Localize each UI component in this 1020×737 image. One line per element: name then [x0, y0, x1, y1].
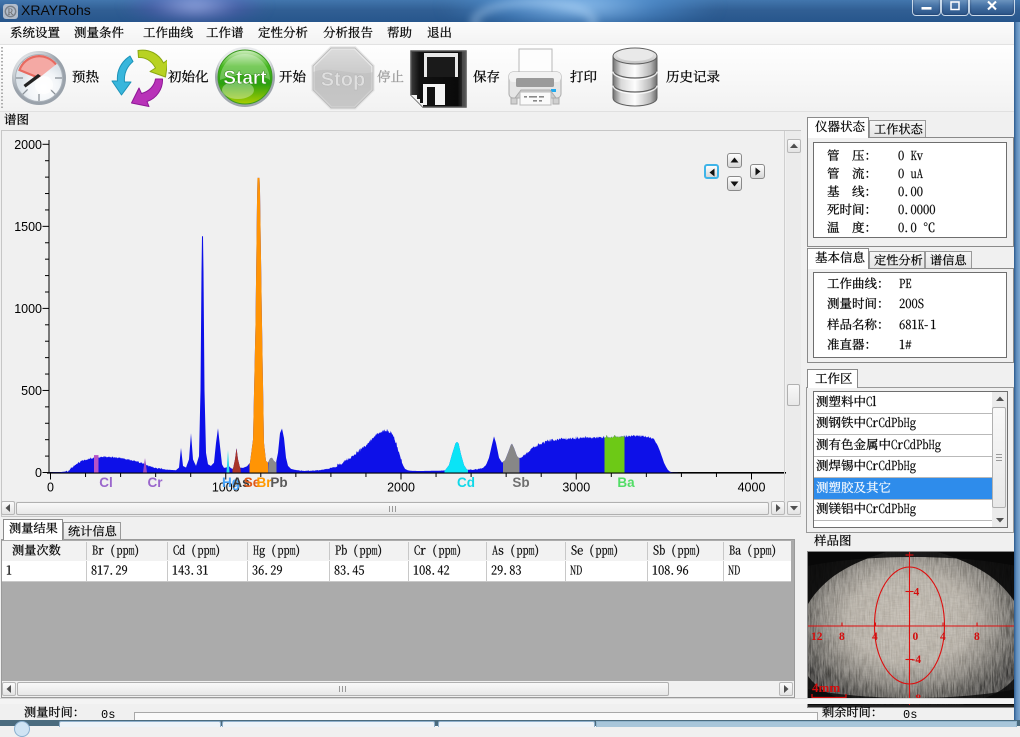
svg-text:Cd: Cd	[457, 475, 475, 490]
svg-text:4: 4	[914, 587, 920, 599]
svg-text:1000: 1000	[14, 302, 42, 316]
svg-text:-4: -4	[912, 654, 922, 666]
svg-text:12: 12	[811, 631, 823, 643]
svg-text:8: 8	[839, 631, 845, 643]
svg-text:4: 4	[940, 631, 946, 643]
svg-text:500: 500	[21, 384, 42, 398]
svg-text:0: 0	[47, 481, 54, 495]
svg-text:4mm: 4mm	[812, 680, 840, 695]
svg-text:4: 4	[872, 631, 878, 643]
svg-text:2000: 2000	[14, 138, 42, 152]
svg-text:0: 0	[913, 631, 919, 643]
svg-text:2000: 2000	[387, 481, 415, 495]
svg-text:Cr: Cr	[147, 475, 163, 490]
svg-text:Cl: Cl	[99, 475, 113, 490]
svg-text:1500: 1500	[14, 220, 42, 234]
svg-text:Pb: Pb	[270, 475, 287, 490]
svg-text:8: 8	[974, 631, 980, 643]
svg-text:4000: 4000	[738, 481, 766, 495]
svg-text:3000: 3000	[562, 481, 590, 495]
svg-text:Ba: Ba	[617, 475, 635, 490]
svg-text:0: 0	[35, 466, 42, 480]
svg-text:Sb: Sb	[512, 475, 529, 490]
